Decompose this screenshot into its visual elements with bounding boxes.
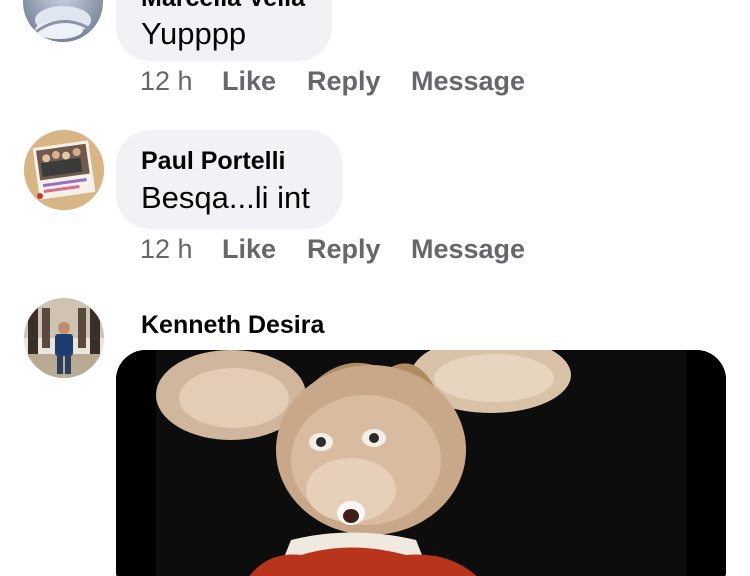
comment-timestamp[interactable]: 12 h bbox=[140, 66, 193, 97]
avatar-photo bbox=[24, 298, 104, 378]
like-button[interactable]: Like bbox=[222, 66, 276, 97]
comment-text: Besqa...li int bbox=[141, 180, 310, 215]
comment-author[interactable]: Paul Portelli bbox=[141, 147, 285, 176]
comment-author[interactable]: Kenneth Desira bbox=[141, 311, 324, 340]
comments-thread: Marcella Vella Yupppp 12 h Like Reply Me… bbox=[0, 0, 750, 576]
comment-bubble: Paul Portelli Besqa...li int bbox=[116, 130, 342, 229]
message-button[interactable]: Message bbox=[411, 234, 525, 265]
comment-text: Yupppp bbox=[141, 16, 247, 51]
comment-bubble: Marcella Vella Yupppp bbox=[116, 0, 332, 61]
reply-button[interactable]: Reply bbox=[307, 66, 381, 97]
avatar-photo bbox=[32, 6, 96, 39]
like-button[interactable]: Like bbox=[222, 234, 276, 265]
gif-image bbox=[116, 350, 726, 576]
avatar-photo bbox=[24, 130, 104, 210]
message-button[interactable]: Message bbox=[411, 66, 525, 97]
comment-timestamp[interactable]: 12 h bbox=[140, 234, 193, 265]
commenter-avatar[interactable] bbox=[24, 130, 104, 210]
commenter-avatar[interactable] bbox=[23, 0, 103, 42]
comment-author[interactable]: Marcella Vella bbox=[141, 0, 305, 13]
reply-button[interactable]: Reply bbox=[307, 234, 381, 265]
gif-attachment[interactable] bbox=[116, 350, 726, 576]
commenter-avatar[interactable] bbox=[24, 298, 104, 378]
